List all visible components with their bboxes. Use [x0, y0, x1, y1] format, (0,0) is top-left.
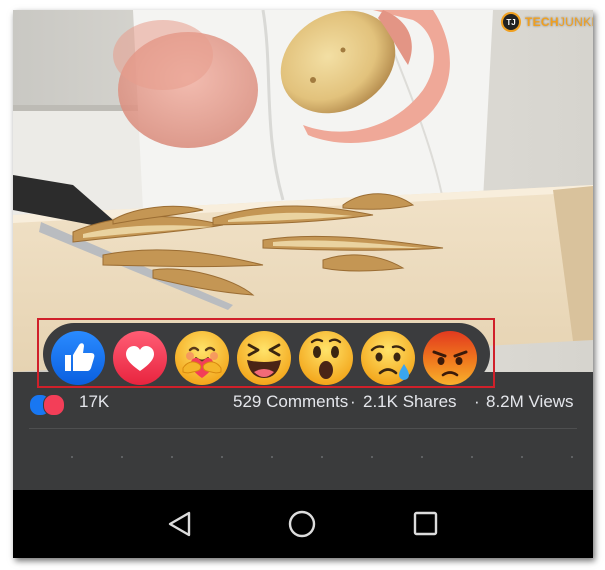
placeholder-dot	[421, 456, 423, 458]
recents-icon[interactable]	[413, 511, 438, 536]
reaction-summary-icons[interactable]	[29, 394, 75, 416]
placeholder-dot	[221, 456, 223, 458]
techjunkie-watermark: TJ TECHJUNKIE	[501, 11, 593, 33]
shares-count[interactable]: 2.1K Shares	[363, 392, 457, 412]
placeholder-dot	[71, 456, 73, 458]
placeholder-dot	[271, 456, 273, 458]
love-mini-icon	[43, 394, 65, 416]
separator: ·	[350, 392, 356, 411]
placeholder-dot	[471, 456, 473, 458]
home-icon[interactable]	[288, 510, 316, 538]
placeholder-dot	[371, 456, 373, 458]
comments-count[interactable]: 529 Comments	[233, 392, 348, 412]
post-stats-bar: 17K 529 Comments · 2.1K Shares · 8.2M Vi…	[13, 372, 593, 490]
android-nav-bar	[13, 490, 593, 558]
placeholder-dot	[571, 456, 573, 458]
divider	[29, 428, 577, 429]
back-icon[interactable]	[168, 511, 191, 537]
placeholder-dot	[321, 456, 323, 458]
techjunkie-logo-icon: TJ	[501, 12, 521, 32]
placeholder-dot	[171, 456, 173, 458]
placeholder-dot	[121, 456, 123, 458]
action-row-placeholder	[13, 456, 593, 460]
separator: ·	[474, 392, 480, 411]
views-count: 8.2M Views	[486, 392, 574, 411]
techjunkie-wordmark: TECHJUNKIE	[525, 15, 593, 29]
reaction-count[interactable]: 17K	[79, 392, 109, 412]
highlight-annotation-box	[37, 318, 495, 388]
screenshot-frame: 17K 529 Comments · 2.1K Shares · 8.2M Vi…	[13, 10, 593, 558]
placeholder-dot	[521, 456, 523, 458]
